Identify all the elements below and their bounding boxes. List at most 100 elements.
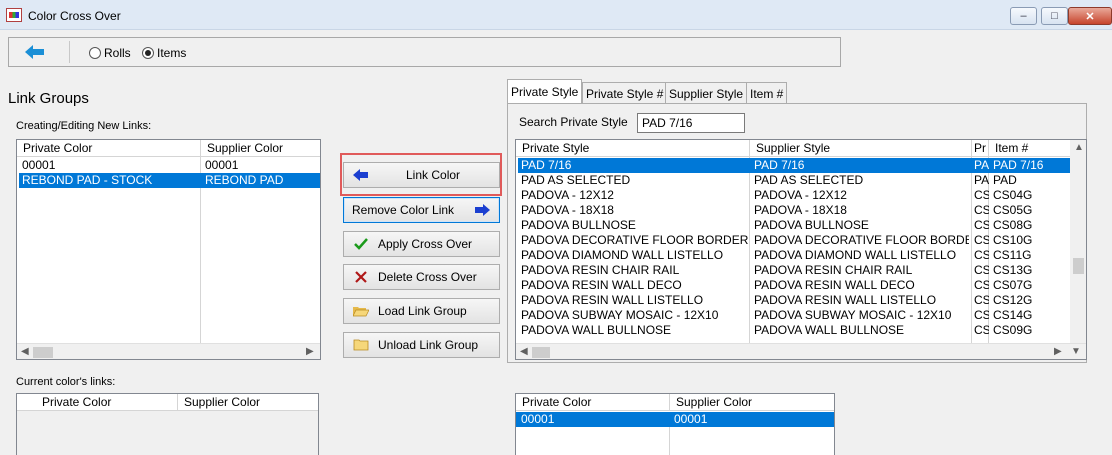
- delete-cross-over-button[interactable]: Delete Cross Over: [343, 264, 500, 290]
- scroll-thumb[interactable]: [532, 347, 550, 358]
- table-cell[interactable]: REBOND PAD: [202, 173, 320, 188]
- column-header-private-style[interactable]: Private Style: [516, 140, 750, 157]
- table-cell[interactable]: CS10G: [990, 233, 1070, 248]
- table-cell[interactable]: PADOVA WALL BULLNOSE: [751, 323, 969, 338]
- table-cell[interactable]: PADOVA DIAMOND WALL LISTELLO: [751, 248, 969, 263]
- scroll-up-icon[interactable]: ▲: [1074, 142, 1084, 153]
- scroll-right-icon[interactable]: ▶: [1054, 346, 1062, 357]
- table-cell[interactable]: CS04G: [990, 188, 1070, 203]
- table-cell[interactable]: PADOVA DIAMOND WALL LISTELLO: [518, 248, 748, 263]
- remove-color-link-button[interactable]: Remove Color Link: [343, 197, 500, 223]
- table-cell[interactable]: PADOVA RESIN WALL LISTELLO: [518, 293, 748, 308]
- table-cell[interactable]: PADOVA WALL BULLNOSE: [518, 323, 748, 338]
- table-cell[interactable]: PAD AS SELECTED: [751, 173, 969, 188]
- table-cell[interactable]: PADOVA - 12X12: [751, 188, 969, 203]
- table-cell[interactable]: PADOVA DECORATIVE FLOOR BORDER: [751, 233, 969, 248]
- table-cell[interactable]: CS09G: [990, 323, 1070, 338]
- table-cell[interactable]: CS: [973, 248, 989, 263]
- table-cell[interactable]: 00001: [518, 412, 668, 427]
- tab-private-style-number[interactable]: Private Style #: [582, 82, 668, 104]
- table-cell[interactable]: PADOVA RESIN CHAIR RAIL: [751, 263, 969, 278]
- column-header-supplier-color[interactable]: Supplier Color: [670, 394, 834, 411]
- radio-rolls[interactable]: Rolls: [89, 46, 131, 60]
- column-header-item-number[interactable]: Item #: [989, 140, 1071, 157]
- table-cell[interactable]: PAD 7/16: [751, 158, 969, 173]
- table-cell[interactable]: CS12G: [990, 293, 1070, 308]
- link-color-button[interactable]: Link Color: [343, 162, 500, 188]
- load-link-group-button[interactable]: Load Link Group: [343, 298, 500, 324]
- table-cell[interactable]: CS14G: [990, 308, 1070, 323]
- table-cell[interactable]: CS: [973, 218, 989, 233]
- horizontal-scrollbar[interactable]: ◀ ▶: [17, 343, 320, 359]
- table-cell[interactable]: PAD 7/16: [990, 158, 1070, 173]
- scroll-thumb[interactable]: [1073, 258, 1084, 274]
- table-cell[interactable]: PA: [973, 173, 989, 188]
- table-cell[interactable]: PADOVA DECORATIVE FLOOR BORDER: [518, 233, 748, 248]
- table-cell[interactable]: PAD AS SELECTED: [518, 173, 748, 188]
- table-cell[interactable]: CS: [973, 203, 989, 218]
- table-cell[interactable]: REBOND PAD - STOCK: [19, 173, 199, 188]
- table-cell[interactable]: PADOVA RESIN WALL LISTELLO: [751, 293, 969, 308]
- table-cell[interactable]: CS: [973, 263, 989, 278]
- table-cell[interactable]: CS13G: [990, 263, 1070, 278]
- scroll-down-icon[interactable]: ▼: [1071, 346, 1081, 357]
- scroll-left-icon[interactable]: ◀: [21, 346, 29, 357]
- column-header-supplier-color[interactable]: Supplier Color: [201, 140, 320, 157]
- minimize-button[interactable]: –: [1010, 7, 1037, 25]
- back-button[interactable]: [15, 41, 55, 63]
- table-cell[interactable]: CS: [973, 188, 989, 203]
- column-header-pr[interactable]: Pr: [972, 140, 989, 157]
- table-cell[interactable]: CS07G: [990, 278, 1070, 293]
- radio-items-circle[interactable]: [142, 47, 154, 59]
- table-cell[interactable]: PADOVA BULLNOSE: [518, 218, 748, 233]
- table-cell[interactable]: CS08G: [990, 218, 1070, 233]
- table-cell[interactable]: PADOVA - 12X12: [518, 188, 748, 203]
- table-cell[interactable]: PADOVA RESIN CHAIR RAIL: [518, 263, 748, 278]
- radio-rolls-circle[interactable]: [89, 47, 101, 59]
- table-cell[interactable]: 00001: [202, 158, 320, 173]
- apply-cross-over-button[interactable]: Apply Cross Over: [343, 231, 500, 257]
- column-header-supplier-color[interactable]: Supplier Color: [178, 394, 318, 411]
- table-cell[interactable]: CS: [973, 278, 989, 293]
- table-cell[interactable]: CS: [973, 233, 989, 248]
- style-table[interactable]: Private Style Supplier Style Pr Item # P…: [515, 139, 1087, 360]
- close-button[interactable]: ✕: [1068, 7, 1112, 25]
- table-cell[interactable]: CS: [973, 293, 989, 308]
- table-cell[interactable]: CS: [973, 323, 989, 338]
- scroll-right-icon[interactable]: ▶: [306, 346, 314, 357]
- table-cell[interactable]: CS05G: [990, 203, 1070, 218]
- table-cell[interactable]: PA: [973, 158, 989, 173]
- table-cell[interactable]: PAD 7/16: [518, 158, 748, 173]
- remove-color-link-label: Remove Color Link: [352, 203, 455, 217]
- tab-item-number[interactable]: Item #: [746, 82, 788, 104]
- search-input[interactable]: PAD 7/16: [637, 113, 745, 133]
- current-links-table[interactable]: Private Color Supplier Color: [16, 393, 319, 455]
- table-cell[interactable]: 00001: [19, 158, 199, 173]
- vertical-scrollbar[interactable]: ▲: [1070, 140, 1086, 343]
- scroll-left-icon[interactable]: ◀: [520, 346, 528, 357]
- table-cell[interactable]: CS11G: [990, 248, 1070, 263]
- unload-link-group-button[interactable]: Unload Link Group: [343, 332, 500, 358]
- new-links-table[interactable]: Private Color Supplier Color 00001 00001…: [16, 139, 321, 360]
- table-cell[interactable]: PAD: [990, 173, 1070, 188]
- radio-items[interactable]: Items: [142, 46, 186, 60]
- table-cell[interactable]: 00001: [671, 412, 831, 427]
- tab-supplier-style[interactable]: Supplier Style: [665, 82, 748, 104]
- tab-private-style[interactable]: Private Style: [507, 79, 583, 104]
- table-cell[interactable]: PADOVA SUBWAY MOSAIC - 12X10: [518, 308, 748, 323]
- table-cell[interactable]: PADOVA SUBWAY MOSAIC - 12X10: [751, 308, 969, 323]
- color-table[interactable]: Private Color Supplier Color 00001 00001: [515, 393, 835, 455]
- table-cell[interactable]: PADOVA - 18X18: [518, 203, 748, 218]
- column-header-private-color[interactable]: Private Color: [17, 140, 201, 157]
- column-header-supplier-style[interactable]: Supplier Style: [750, 140, 972, 157]
- column-header-private-color[interactable]: Private Color: [516, 394, 670, 411]
- scroll-thumb[interactable]: [33, 347, 53, 358]
- restore-button[interactable]: □: [1041, 7, 1068, 25]
- table-cell[interactable]: PADOVA RESIN WALL DECO: [518, 278, 748, 293]
- column-header-private-color[interactable]: Private Color: [17, 394, 178, 411]
- table-cell[interactable]: PADOVA BULLNOSE: [751, 218, 969, 233]
- table-cell[interactable]: PADOVA RESIN WALL DECO: [751, 278, 969, 293]
- table-cell[interactable]: PADOVA - 18X18: [751, 203, 969, 218]
- horizontal-scrollbar[interactable]: ◀ ▶ ▼: [516, 343, 1086, 359]
- table-cell[interactable]: CS: [973, 308, 989, 323]
